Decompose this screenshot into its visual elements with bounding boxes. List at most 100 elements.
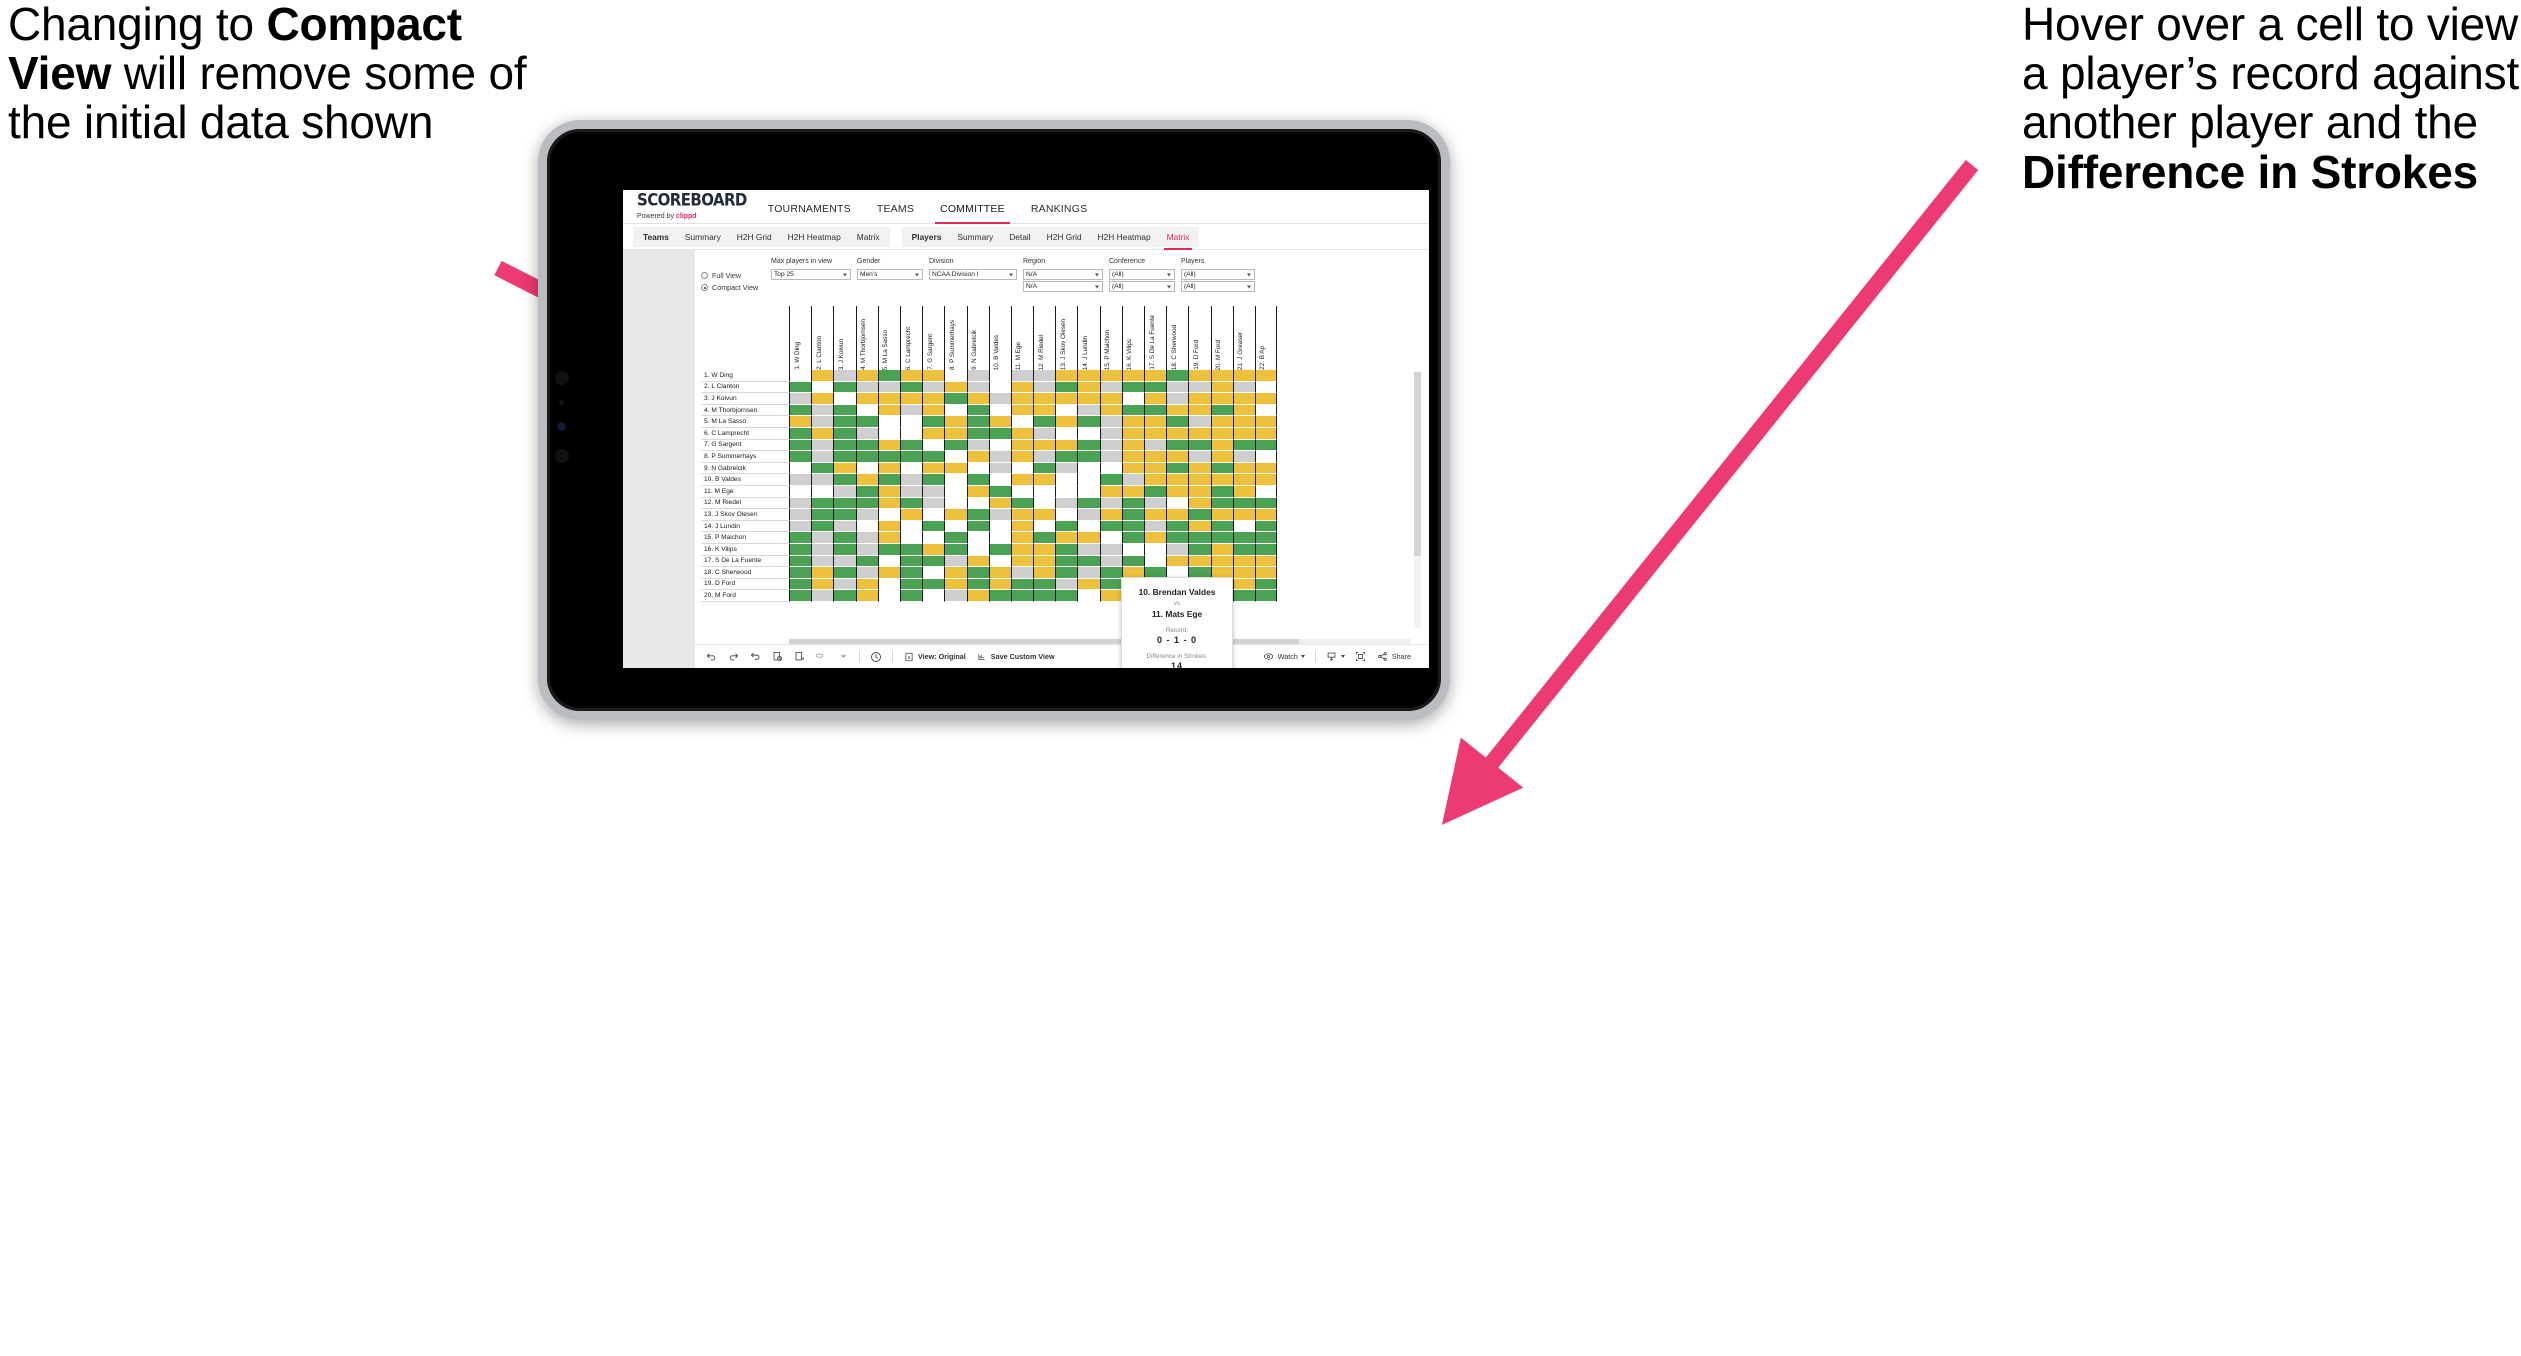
subnav-teams-h2h-heatmap[interactable]: H2H Heatmap	[780, 227, 849, 247]
matrix-cell[interactable]	[899, 451, 923, 463]
matrix-cell[interactable]	[1254, 427, 1278, 440]
matrix-cell[interactable]	[789, 474, 812, 486]
matrix-cell[interactable]	[789, 393, 812, 405]
matrix-cell[interactable]	[833, 439, 856, 452]
matrix-cell[interactable]	[988, 393, 1011, 405]
matrix-cell[interactable]	[1077, 474, 1100, 486]
matrix-cell[interactable]	[1099, 427, 1122, 440]
matrix-cell[interactable]	[1144, 485, 1167, 498]
matrix-cell[interactable]	[1254, 578, 1278, 591]
matrix-cell[interactable]	[1099, 451, 1122, 463]
matrix-cell[interactable]	[1232, 532, 1255, 544]
matrix-cell[interactable]	[1144, 474, 1167, 486]
matrix-cell[interactable]	[988, 578, 1011, 591]
matrix-cell[interactable]	[1144, 462, 1167, 475]
matrix-cell[interactable]	[1188, 509, 1211, 521]
matrix-cell[interactable]	[855, 532, 878, 544]
matrix-cell[interactable]	[1055, 381, 1078, 394]
matrix-cell[interactable]	[1188, 427, 1211, 440]
matrix-cell[interactable]	[1010, 439, 1034, 452]
matrix-cell[interactable]	[789, 543, 812, 556]
matrix-cell[interactable]	[944, 381, 967, 394]
matrix-cell[interactable]	[1033, 485, 1056, 498]
matrix-cell[interactable]	[811, 567, 834, 579]
matrix-cell[interactable]	[1055, 462, 1078, 475]
matrix-cell[interactable]	[1077, 532, 1100, 544]
matrix-cell[interactable]	[966, 497, 989, 510]
pause-auto-update-icon[interactable]	[793, 651, 805, 663]
matrix-cell[interactable]	[833, 381, 856, 394]
matrix-cell[interactable]	[855, 416, 878, 428]
matrix-cell[interactable]	[1077, 485, 1100, 498]
matrix-cell[interactable]	[966, 451, 989, 463]
matrix-cell[interactable]	[811, 370, 834, 382]
matrix-cell[interactable]	[1010, 404, 1034, 417]
highlight-icon[interactable]	[815, 651, 827, 663]
matrix-cell[interactable]	[922, 590, 945, 602]
matrix-cell[interactable]	[1188, 370, 1211, 382]
matrix-cell[interactable]	[1055, 393, 1078, 405]
matrix-cell[interactable]	[1166, 381, 1189, 394]
undo-icon[interactable]	[705, 651, 717, 663]
matrix-cell[interactable]	[1144, 509, 1167, 521]
matrix-cell[interactable]	[1010, 578, 1034, 591]
matrix-cell[interactable]	[1010, 427, 1034, 440]
matrix-cell[interactable]	[922, 555, 945, 568]
matrix-cell[interactable]	[877, 416, 900, 428]
matrix-cell[interactable]	[1188, 474, 1211, 486]
matrix-cell[interactable]	[1077, 578, 1100, 591]
matrix-cell[interactable]	[1121, 439, 1144, 452]
matrix-cell[interactable]	[855, 381, 878, 394]
matrix-cell[interactable]	[988, 427, 1011, 440]
matrix-cell[interactable]	[1188, 497, 1211, 510]
matrix-cell[interactable]	[1188, 404, 1211, 417]
matrix-cell[interactable]	[1077, 462, 1100, 475]
matrix-cell[interactable]	[1033, 567, 1056, 579]
matrix-cell[interactable]	[789, 509, 812, 521]
matrix-cell[interactable]	[1010, 416, 1034, 428]
matrix-cell[interactable]	[1121, 370, 1144, 382]
matrix-cell[interactable]	[1099, 578, 1122, 591]
matrix-cell[interactable]	[1055, 590, 1078, 602]
matrix-cell[interactable]	[1033, 370, 1056, 382]
matrix-cell[interactable]	[1232, 462, 1255, 475]
matrix-cell[interactable]	[899, 474, 923, 486]
matrix-cell[interactable]	[899, 462, 923, 475]
matrix-cell[interactable]	[789, 416, 812, 428]
matrix-cell[interactable]	[988, 590, 1011, 602]
matrix-cell[interactable]	[966, 590, 989, 602]
matrix-cell[interactable]	[1010, 381, 1034, 394]
matrix-cell[interactable]	[833, 451, 856, 463]
matrix-cell[interactable]	[1033, 532, 1056, 544]
matrix-cell[interactable]	[966, 474, 989, 486]
matrix-cell[interactable]	[1033, 451, 1056, 463]
matrix-cell[interactable]	[1254, 381, 1278, 394]
matrix-cell[interactable]	[1055, 555, 1078, 568]
matrix-cell[interactable]	[899, 532, 923, 544]
matrix-cell[interactable]	[1232, 485, 1255, 498]
matrix-cell[interactable]	[1010, 532, 1034, 544]
matrix-cell[interactable]	[811, 393, 834, 405]
matrix-cell[interactable]	[1033, 439, 1056, 452]
matrix-cell[interactable]	[877, 381, 900, 394]
matrix-cell[interactable]	[1144, 532, 1167, 544]
matrix-cell[interactable]	[1144, 427, 1167, 440]
matrix-cell[interactable]	[1188, 555, 1211, 568]
matrix-cell[interactable]	[1099, 567, 1122, 579]
matrix-cell[interactable]	[944, 393, 967, 405]
matrix-cell[interactable]	[1121, 381, 1144, 394]
matrix-cell[interactable]	[1077, 590, 1100, 602]
matrix-cell[interactable]	[899, 543, 923, 556]
matrix-cell[interactable]	[1077, 555, 1100, 568]
select-region[interactable]: N/A	[1023, 269, 1103, 280]
matrix-cell[interactable]	[944, 427, 967, 440]
matrix-cell[interactable]	[899, 393, 923, 405]
matrix-cell[interactable]	[1121, 509, 1144, 521]
watch-button[interactable]: Watch	[1263, 651, 1305, 663]
matrix-cell[interactable]	[944, 462, 967, 475]
matrix-cell[interactable]	[1055, 427, 1078, 440]
save-custom-view-button[interactable]: Save Custom View	[976, 651, 1055, 663]
matrix-cell[interactable]	[1144, 497, 1167, 510]
matrix-cell[interactable]	[1210, 509, 1233, 521]
matrix-cell[interactable]	[855, 427, 878, 440]
